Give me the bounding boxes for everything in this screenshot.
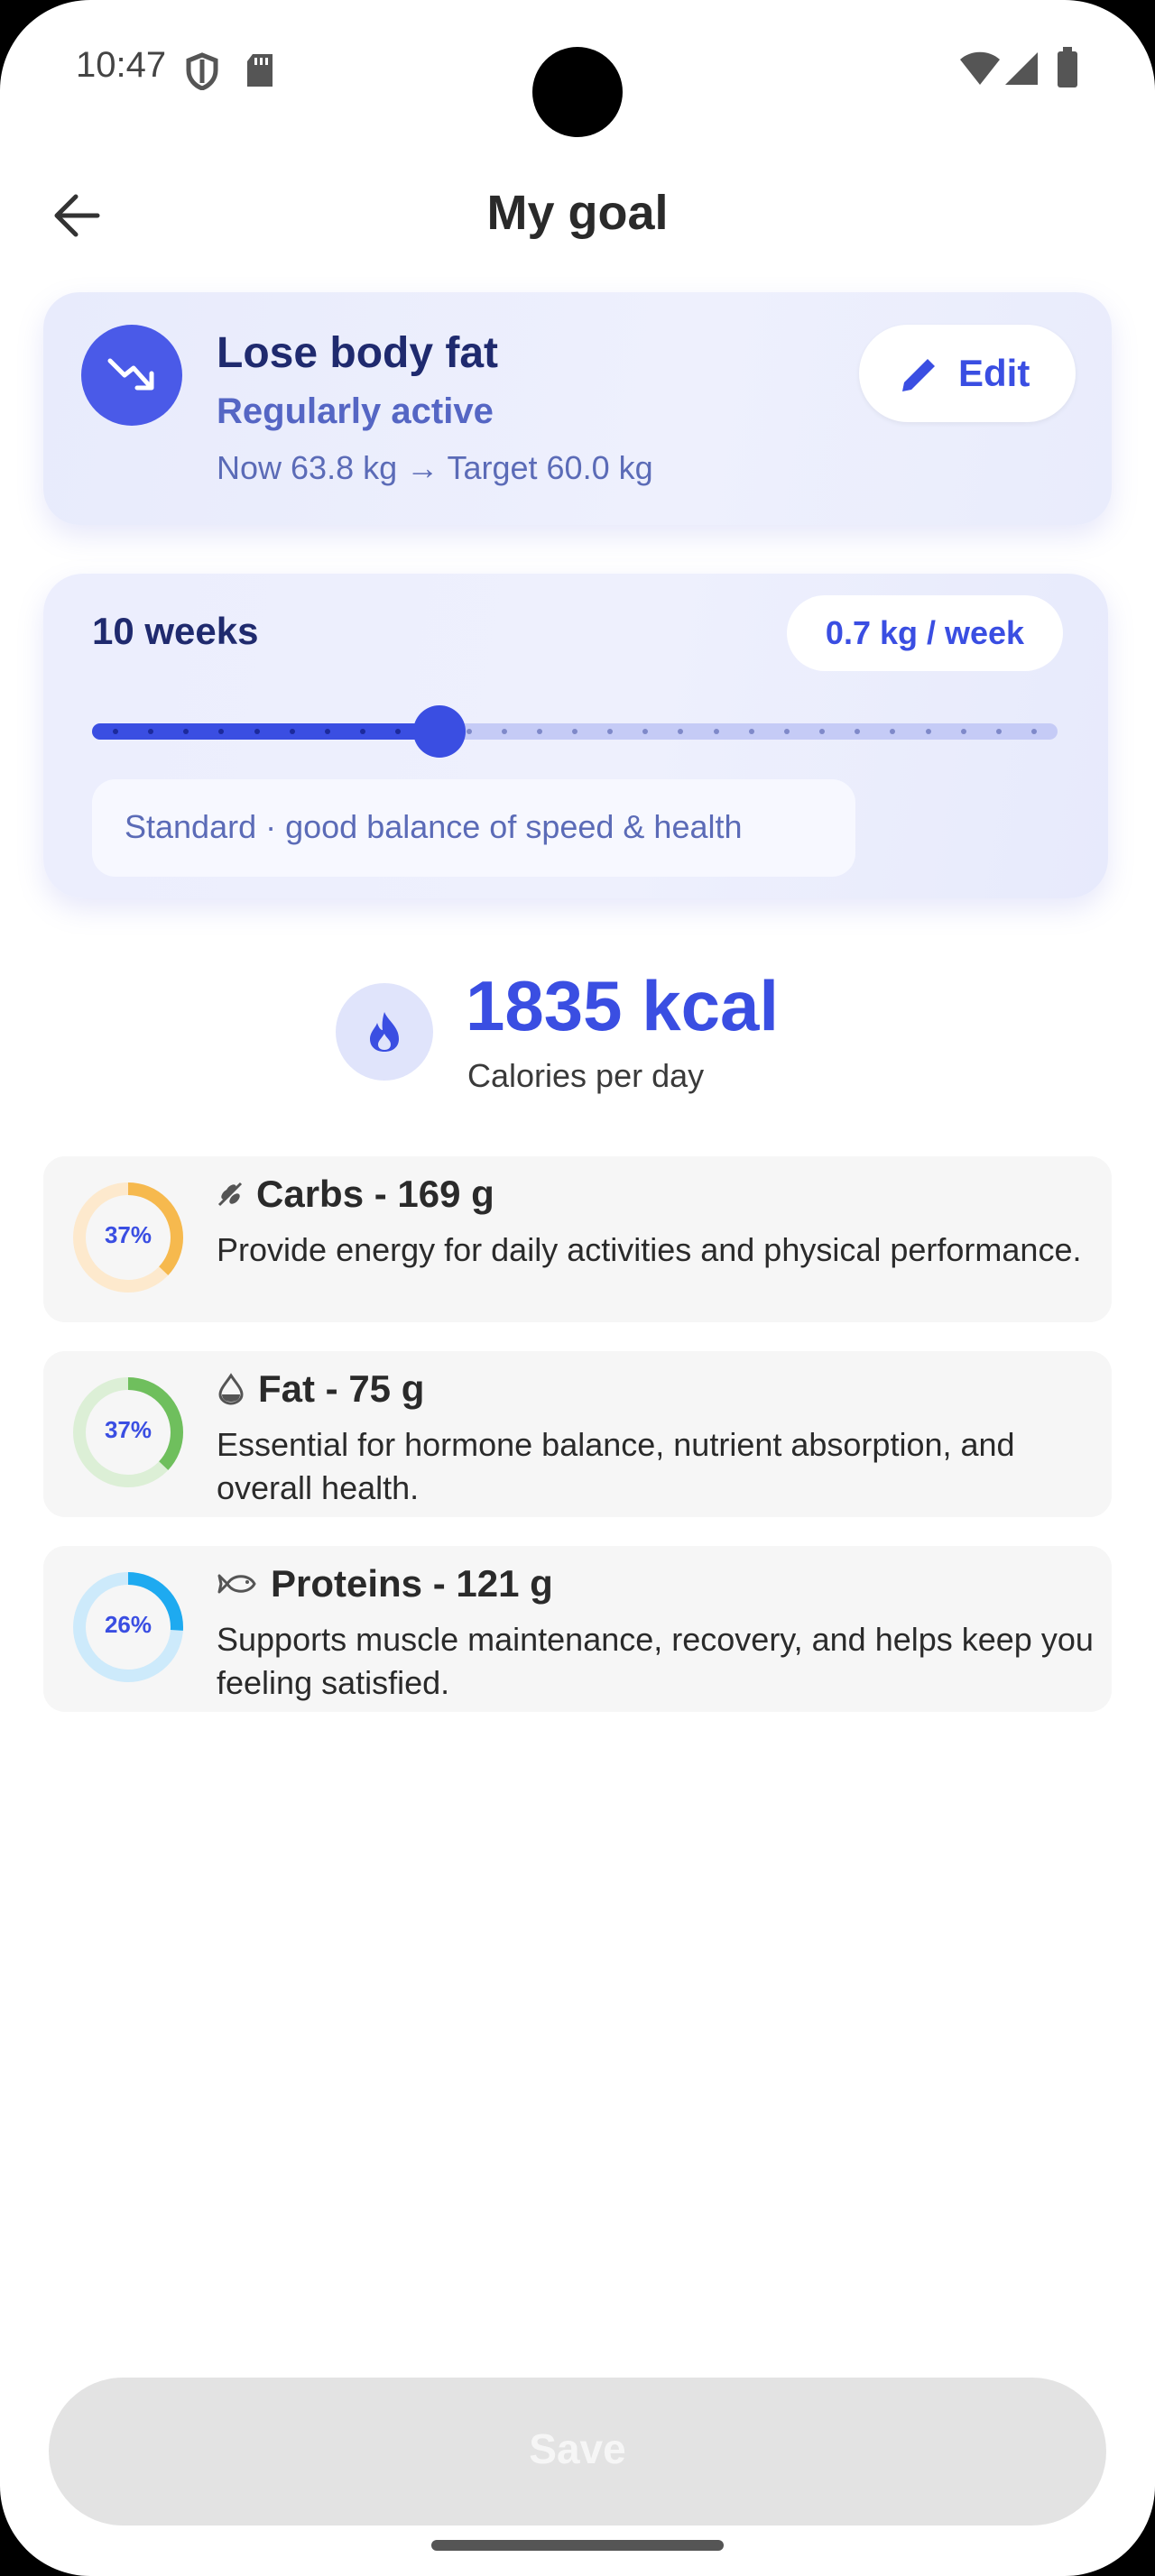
macro-percent: 37% bbox=[104, 1416, 152, 1443]
calorie-value: 1835 kcal bbox=[466, 966, 780, 1045]
sd-card-icon bbox=[247, 54, 273, 87]
slider-tick bbox=[113, 729, 118, 734]
battery-icon bbox=[1058, 47, 1077, 87]
macro-ring: 37% bbox=[72, 1376, 184, 1488]
weeks-label: 10 weeks bbox=[92, 610, 259, 652]
camera-cutout bbox=[532, 47, 623, 137]
macro-title: Carbs - 169 g bbox=[256, 1173, 494, 1215]
slider-tick bbox=[289, 729, 295, 734]
pace-note-text: Standard · good balance of speed & healt… bbox=[125, 808, 743, 845]
slider-tick bbox=[324, 729, 330, 734]
macro-row-fat: 37% Fat - 75 g Essential for hormone bal… bbox=[43, 1351, 1112, 1517]
macro-ring: 37% bbox=[72, 1182, 184, 1293]
macro-heading: Fat - 75 g bbox=[217, 1367, 424, 1411]
trending-down-icon bbox=[81, 325, 182, 426]
slider-thumb[interactable] bbox=[413, 705, 466, 758]
status-time: 10:47 bbox=[76, 45, 167, 85]
drop-icon bbox=[218, 1373, 244, 1405]
flame-icon bbox=[370, 1012, 399, 1052]
fish-icon bbox=[217, 1574, 256, 1594]
macro-row-carbs: 37% Carbs - 169 g Provide energy for dai… bbox=[43, 1156, 1112, 1322]
shield-icon bbox=[186, 52, 218, 90]
macro-heading: Carbs - 169 g bbox=[217, 1173, 494, 1216]
slider-tick bbox=[783, 729, 790, 734]
slider-tick bbox=[995, 729, 1002, 734]
screen: 10:47 My goal Lose body fat Regularly ac… bbox=[0, 0, 1155, 2576]
goal-card: Lose body fat Regularly active Now 63.8 … bbox=[43, 292, 1112, 525]
rate-badge: 0.7 kg / week bbox=[787, 595, 1063, 671]
calorie-label: Calories per day bbox=[467, 1057, 705, 1094]
slider-tick bbox=[1031, 729, 1037, 734]
activity-level: Regularly active bbox=[217, 391, 494, 431]
save-button[interactable]: Save bbox=[49, 2378, 1106, 2525]
macro-description: Provide energy for daily activities and … bbox=[217, 1231, 1082, 1268]
weight-summary: Now 63.8 kg → Target 60.0 kg bbox=[217, 449, 653, 486]
signal-icon bbox=[1005, 52, 1038, 85]
page-title: My goal bbox=[486, 186, 669, 240]
duration-card: 10 weeks 0.7 kg / week Standard · good b… bbox=[43, 574, 1108, 898]
wheat-icon bbox=[217, 1182, 243, 1207]
macro-description: Essential for hormone balance, nutrient … bbox=[217, 1426, 1015, 1506]
macro-title: Fat - 75 g bbox=[258, 1367, 425, 1410]
rate-label: 0.7 kg / week bbox=[825, 614, 1025, 651]
macro-heading: Proteins - 121 g bbox=[217, 1562, 553, 1605]
macro-description: Supports muscle maintenance, recovery, a… bbox=[217, 1621, 1094, 1701]
wifi-icon bbox=[960, 51, 1000, 85]
slider-tick bbox=[925, 729, 931, 734]
pace-note: Standard · good balance of speed & healt… bbox=[92, 779, 855, 877]
slider-tick bbox=[572, 729, 578, 734]
slider-fill bbox=[92, 723, 439, 740]
macro-row-proteins: 26% Proteins - 121 g Supports muscle mai… bbox=[43, 1546, 1112, 1712]
slider-tick bbox=[960, 729, 966, 734]
slider-tick bbox=[536, 729, 542, 734]
flame-icon-badge bbox=[336, 983, 433, 1081]
duration-slider[interactable] bbox=[92, 705, 1058, 758]
macro-percent: 37% bbox=[104, 1221, 152, 1248]
goal-title: Lose body fat bbox=[217, 329, 499, 377]
macro-ring: 26% bbox=[72, 1571, 184, 1683]
slider-tick bbox=[254, 729, 260, 734]
save-label: Save bbox=[529, 2425, 626, 2472]
edit-button[interactable]: Edit bbox=[859, 325, 1076, 422]
edit-label: Edit bbox=[958, 352, 1030, 394]
slider-tick bbox=[501, 729, 507, 734]
slider-tick bbox=[466, 729, 472, 734]
home-indicator bbox=[431, 2540, 724, 2551]
slider-tick bbox=[713, 729, 719, 734]
slider-tick bbox=[748, 729, 754, 734]
macro-percent: 26% bbox=[104, 1611, 152, 1638]
macro-title: Proteins - 121 g bbox=[271, 1562, 553, 1605]
pencil-icon bbox=[902, 359, 935, 391]
